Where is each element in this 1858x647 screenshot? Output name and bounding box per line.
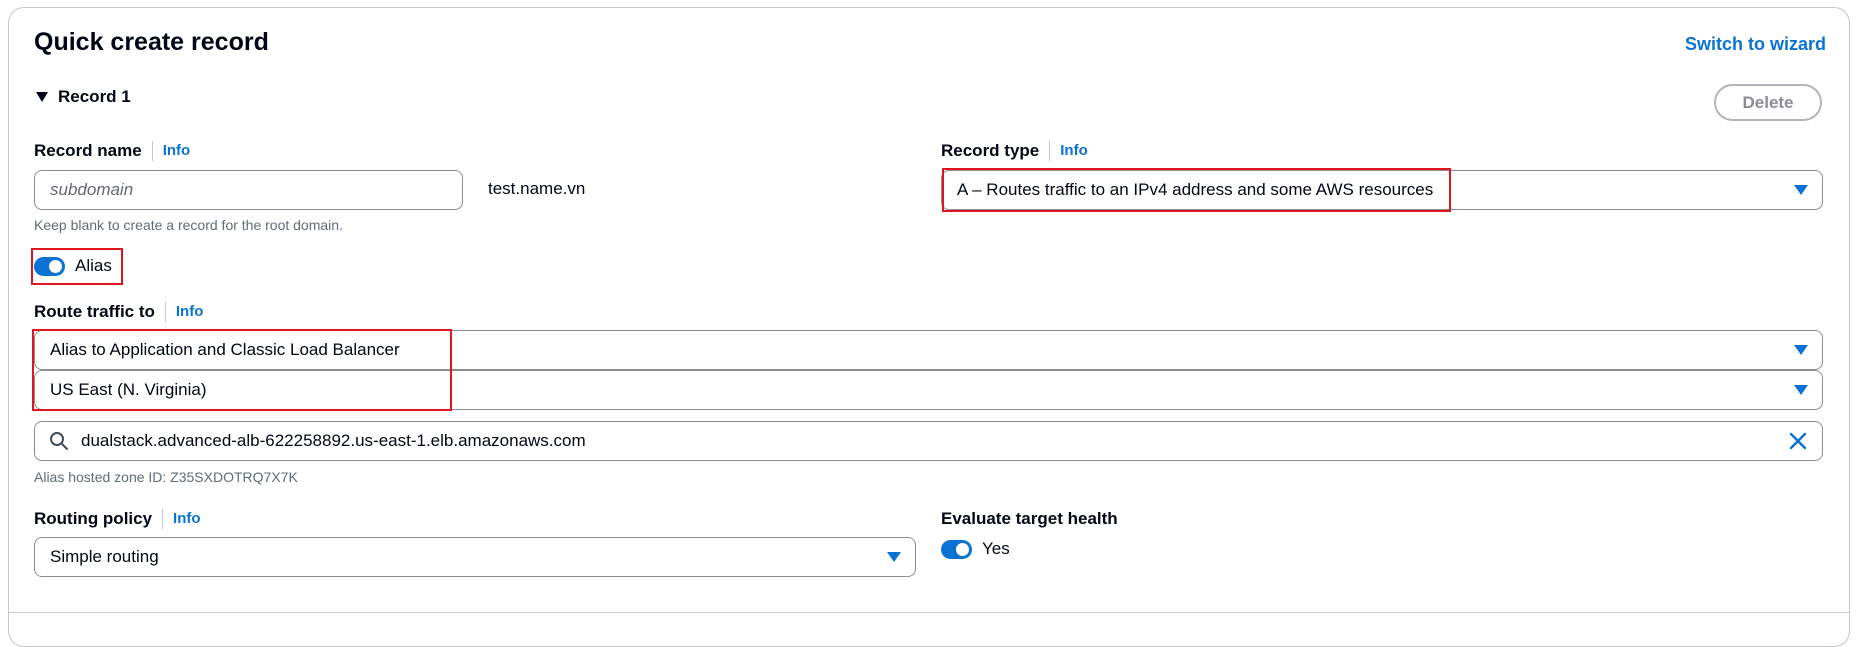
routing-policy-label-text: Routing policy <box>34 509 153 528</box>
load-balancer-search-value: dualstack.advanced-alb-622258892.us-east… <box>81 431 586 450</box>
domain-suffix: test.name.vn <box>488 179 586 198</box>
search-icon <box>50 432 68 450</box>
alias-label: Alias <box>75 256 112 275</box>
clear-x-icon[interactable] <box>1788 431 1808 451</box>
routing-policy-select[interactable]: Simple routing <box>34 537 916 577</box>
record-expander[interactable]: Record 1 <box>36 87 131 107</box>
record-name-input[interactable]: subdomain <box>34 170 463 210</box>
alias-toggle[interactable]: Alias <box>34 256 112 276</box>
record-type-selected: A – Routes traffic to an IPv4 address an… <box>957 180 1434 199</box>
load-balancer-search-input[interactable]: dualstack.advanced-alb-622258892.us-east… <box>34 421 1823 461</box>
switch-to-wizard-link[interactable]: Switch to wizard <box>1685 34 1826 55</box>
record-type-select[interactable]: A – Routes traffic to an IPv4 address an… <box>941 170 1823 210</box>
evaluate-health-label-text: Evaluate target health <box>941 509 1118 528</box>
hosted-zone-hint: Alias hosted zone ID: Z35SXDOTRQ7X7K <box>34 469 298 485</box>
record-expander-label: Record 1 <box>58 87 131 106</box>
toggle-switch-icon <box>34 256 65 276</box>
record-name-label: Record name Info <box>34 141 190 161</box>
caret-down-icon <box>1794 185 1808 195</box>
record-name-hint: Keep blank to create a record for the ro… <box>34 217 343 233</box>
route-traffic-label-text: Route traffic to <box>34 302 155 321</box>
record-type-info-link[interactable]: Info <box>1049 141 1088 161</box>
routing-policy-info-link[interactable]: Info <box>162 509 201 529</box>
delete-button[interactable]: Delete <box>1714 84 1822 121</box>
page-title: Quick create record <box>34 28 269 56</box>
caret-down-icon <box>887 552 901 562</box>
record-type-label-text: Record type <box>941 141 1040 160</box>
region-select[interactable]: US East (N. Virginia) <box>34 370 1823 410</box>
evaluate-health-label: Evaluate target health <box>941 509 1118 529</box>
triangle-down-icon <box>36 92 48 102</box>
route-traffic-info-link[interactable]: Info <box>164 302 203 322</box>
evaluate-health-toggle[interactable]: Yes <box>941 539 1010 559</box>
endpoint-select[interactable]: Alias to Application and Classic Load Ba… <box>34 330 1823 370</box>
route-traffic-label: Route traffic to Info <box>34 302 203 322</box>
routing-policy-label: Routing policy Info <box>34 509 201 529</box>
section-divider <box>9 612 1849 613</box>
toggle-switch-icon <box>941 539 972 559</box>
endpoint-selected: Alias to Application and Classic Load Ba… <box>50 340 400 359</box>
record-type-label: Record type Info <box>941 141 1088 161</box>
region-selected: US East (N. Virginia) <box>50 380 207 399</box>
caret-down-icon <box>1794 345 1808 355</box>
record-name-label-text: Record name <box>34 141 142 160</box>
routing-policy-selected: Simple routing <box>50 547 159 566</box>
record-name-info-link[interactable]: Info <box>151 141 190 161</box>
evaluate-health-value: Yes <box>982 539 1010 558</box>
caret-down-icon <box>1794 385 1808 395</box>
record-name-placeholder: subdomain <box>50 180 134 199</box>
